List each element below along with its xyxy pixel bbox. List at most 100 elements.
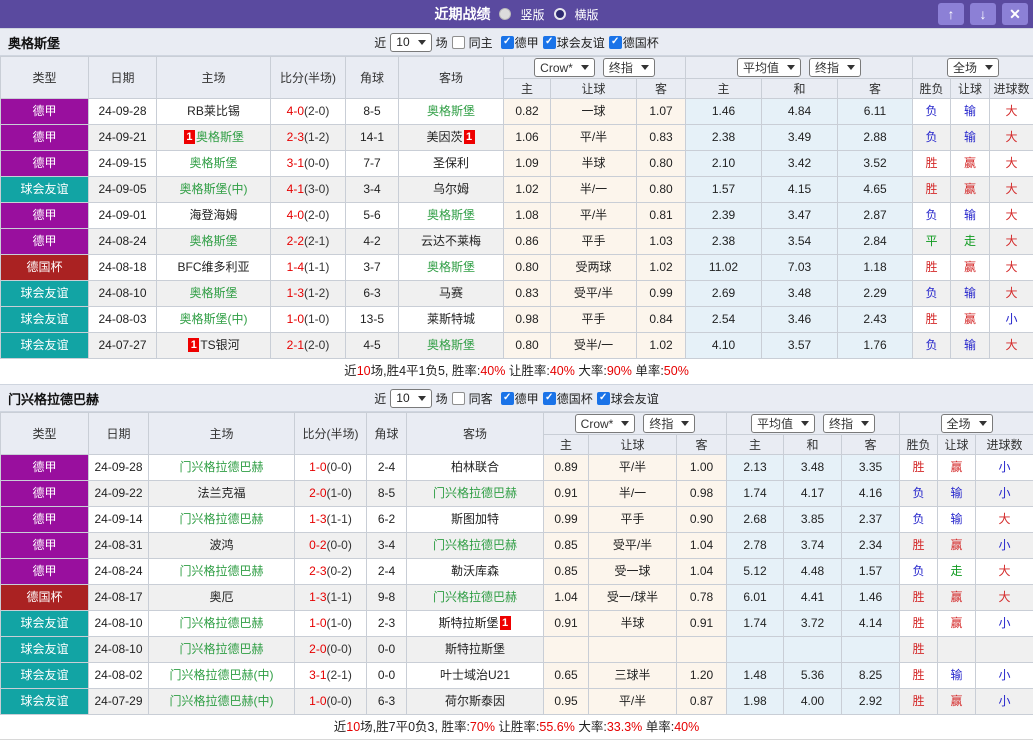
chevron-down-icon (621, 421, 629, 426)
match-row: 德甲24-09-22法兰克福2-0(1-0)8-5门兴格拉德巴赫0.91半/一0… (1, 481, 1033, 507)
col-header-odds-home: 主 (544, 435, 589, 455)
result-goals: 小 (976, 533, 1033, 559)
result-wdl: 负 (913, 333, 951, 359)
avg-draw: 3.48 (762, 281, 838, 307)
score-cell: 1-0(0-0) (295, 455, 367, 481)
bookmaker-select[interactable]: Crow* (534, 58, 595, 77)
avg-away: 4.16 (842, 481, 900, 507)
avg-home: 1.74 (727, 481, 784, 507)
horizontal-layout-radio[interactable] (554, 8, 566, 20)
chevron-down-icon (979, 421, 987, 426)
scope-select[interactable]: 全场 (941, 414, 993, 433)
score-cell: 2-0(1-0) (295, 481, 367, 507)
move-up-button[interactable]: ↑ (938, 3, 964, 25)
odds-away: 0.91 (677, 611, 727, 637)
league-checkbox[interactable] (543, 392, 556, 405)
avg-draw: 3.47 (762, 203, 838, 229)
away-team-cell: 奥格斯堡 (399, 255, 504, 281)
odds-handicap: 半/一 (551, 177, 637, 203)
result-goals: 大 (990, 125, 1033, 151)
home-team-cell: 奥格斯堡(中) (157, 307, 271, 333)
avg-home: 2.78 (727, 533, 784, 559)
avg-home: 2.38 (686, 229, 762, 255)
match-type-badge: 球会友谊 (1, 333, 89, 359)
close-button[interactable]: ✕ (1002, 3, 1028, 25)
home-team-cell: 波鸿 (149, 533, 295, 559)
same-venue-label: 同主 (469, 34, 493, 51)
team-link: 奥格斯堡 (427, 338, 475, 352)
vertical-layout-label: 竖版 (520, 6, 544, 23)
col-header-odds-handicap: 让球 (551, 79, 637, 99)
move-down-button[interactable]: ↓ (970, 3, 996, 25)
corner-cell: 7-7 (346, 151, 399, 177)
red-card-icon: 1 (188, 338, 199, 352)
average-odds-type-select[interactable]: 终指 (823, 414, 875, 433)
home-team-cell: 海登海姆 (157, 203, 271, 229)
scope-select[interactable]: 全场 (947, 58, 999, 77)
away-team-cell: 柏林联合 (407, 455, 544, 481)
col-header-corner: 角球 (346, 57, 399, 99)
result-handicap: 赢 (938, 585, 976, 611)
team-link: 柏林联合 (451, 460, 499, 474)
bookmaker-select[interactable]: Crow* (575, 414, 636, 433)
avg-draw: 4.00 (784, 689, 842, 715)
avg-home: 11.02 (686, 255, 762, 281)
result-handicap: 输 (951, 203, 990, 229)
vertical-layout-radio[interactable] (499, 8, 511, 20)
result-handicap: 赢 (938, 533, 976, 559)
chevron-down-icon (847, 65, 855, 70)
avg-home: 1.57 (686, 177, 762, 203)
result-goals: 大 (990, 177, 1033, 203)
league-checkbox[interactable] (543, 36, 556, 49)
home-team-cell: 奥格斯堡(中) (157, 177, 271, 203)
match-type-badge: 球会友谊 (1, 637, 89, 663)
odds-home: 0.95 (544, 689, 589, 715)
team-link: 门兴格拉德巴赫 (433, 538, 517, 552)
match-row: 球会友谊24-09-05奥格斯堡(中)4-1(3-0)3-4乌尔姆1.02半/一… (1, 177, 1033, 203)
away-team-cell: 斯特拉斯堡 (407, 637, 544, 663)
match-type-badge: 球会友谊 (1, 307, 89, 333)
corner-cell: 13-5 (346, 307, 399, 333)
recent-count-select[interactable]: 10 (390, 33, 431, 52)
team-link: 门兴格拉德巴赫 (179, 460, 263, 474)
bookmaker-odds-type-select[interactable]: 终指 (643, 414, 695, 433)
league-checkbox[interactable] (597, 392, 610, 405)
match-row: 德甲24-08-24奥格斯堡2-2(2-1)4-2云达不莱梅0.86平手1.03… (1, 229, 1033, 255)
corner-cell: 2-3 (367, 611, 407, 637)
result-handicap: 输 (951, 333, 990, 359)
corner-cell: 6-3 (367, 689, 407, 715)
corner-cell: 3-4 (346, 177, 399, 203)
match-date: 24-08-18 (89, 255, 157, 281)
match-date: 24-08-31 (89, 533, 149, 559)
average-odds-type-select[interactable]: 终指 (809, 58, 861, 77)
col-header-date: 日期 (89, 57, 157, 99)
close-icon: ✕ (1009, 6, 1021, 23)
score-cell: 1-3(1-2) (271, 281, 346, 307)
league-checkbox[interactable] (501, 392, 514, 405)
average-select[interactable]: 平均值 (751, 414, 815, 433)
corner-cell: 4-2 (346, 229, 399, 255)
away-team-cell: 奥格斯堡 (399, 203, 504, 229)
bookmaker-odds-type-select[interactable]: 终指 (603, 58, 655, 77)
score-cell: 1-3(1-1) (295, 507, 367, 533)
same-venue-checkbox[interactable] (452, 392, 465, 405)
recent-count-select[interactable]: 10 (390, 389, 431, 408)
average-select[interactable]: 平均值 (737, 58, 801, 77)
team-link: 圣保利 (433, 156, 469, 170)
result-goals: 大 (990, 255, 1033, 281)
col-header-avg-home: 主 (727, 435, 784, 455)
score-cell: 3-1(0-0) (271, 151, 346, 177)
league-checkbox[interactable] (501, 36, 514, 49)
chevron-down-icon (418, 40, 426, 45)
team-section-header: 门兴格拉德巴赫 近 10 场 同客 德甲德国杯球会友谊 (0, 384, 1033, 412)
score-cell: 4-1(3-0) (271, 177, 346, 203)
team-link: 奥格斯堡(中) (180, 182, 248, 196)
team-link: 波鸿 (209, 538, 233, 552)
away-team-cell: 莱斯特城 (399, 307, 504, 333)
same-venue-checkbox[interactable] (452, 36, 465, 49)
avg-home: 2.39 (686, 203, 762, 229)
team-link: 奥格斯堡 (427, 208, 475, 222)
away-team-cell: 奥格斯堡 (399, 333, 504, 359)
odds-away: 0.98 (677, 481, 727, 507)
league-checkbox[interactable] (609, 36, 622, 49)
